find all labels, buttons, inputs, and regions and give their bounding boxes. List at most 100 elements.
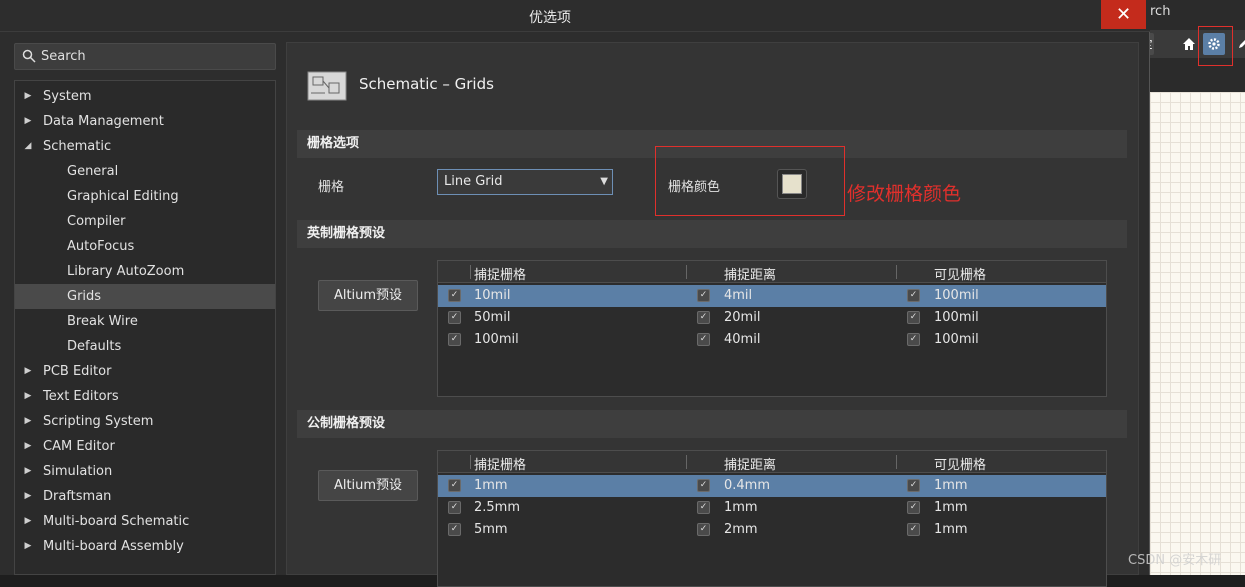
watermark: CSDN @安木研 <box>1128 553 1222 568</box>
tree-item[interactable]: ▶ CAM Editor <box>15 434 275 459</box>
tree-item[interactable]: ◢ Schematic <box>15 134 275 159</box>
checkbox[interactable]: ✓ <box>448 479 461 492</box>
checkbox[interactable]: ✓ <box>907 523 920 536</box>
tree-item-label: Data Management <box>43 114 164 129</box>
checkbox[interactable]: ✓ <box>697 289 710 302</box>
tree-item[interactable]: ▶ Multi-board Schematic <box>15 509 275 534</box>
chevron-right-icon[interactable]: ▶ <box>23 84 33 109</box>
table-row[interactable]: ✓ 10mil ✓ 4mil ✓ 100mil <box>438 285 1106 307</box>
chevron-right-icon[interactable]: ▶ <box>23 509 33 534</box>
cell-snap: 10mil <box>474 288 511 303</box>
preferences-dialog: 优选项 ✕ Search ▶ System ▶ Data Management ◢ Sch… <box>0 0 1150 587</box>
tree-item[interactable]: Grids <box>15 284 275 309</box>
home-icon[interactable] <box>1178 33 1200 55</box>
table-row[interactable]: ✓ 100mil ✓ 40mil ✓ 100mil <box>438 329 1106 351</box>
tree-item[interactable]: ▶ System <box>15 84 275 109</box>
checkbox[interactable]: ✓ <box>907 479 920 492</box>
cell-distance: 20mil <box>724 310 761 325</box>
tree-item[interactable]: Library AutoZoom <box>15 259 275 284</box>
tree-item[interactable]: Defaults <box>15 334 275 359</box>
table-row[interactable]: ✓ 2.5mm ✓ 1mm ✓ 1mm <box>438 497 1106 519</box>
tree-item[interactable]: ▶ Data Management <box>15 109 275 134</box>
cell-visible: 100mil <box>934 332 979 347</box>
background-app: rch 定 <box>1140 0 1245 575</box>
tree-item[interactable]: ▶ Text Editors <box>15 384 275 409</box>
search-input[interactable]: Search <box>14 43 276 70</box>
checkbox[interactable]: ✓ <box>907 289 920 302</box>
chevron-right-icon[interactable]: ▶ <box>23 534 33 559</box>
table-header: 捕捉栅格 捕捉距离 可见栅格 <box>438 261 1106 283</box>
imperial-altium-preset-button[interactable]: Altium预设 <box>318 280 418 311</box>
tree-item-label: Grids <box>67 289 102 304</box>
grid-label: 栅格 <box>318 180 345 195</box>
tree-item-label: Text Editors <box>43 389 119 404</box>
checkbox[interactable]: ✓ <box>448 333 461 346</box>
tree-item[interactable]: AutoFocus <box>15 234 275 259</box>
column-header[interactable]: 捕捉栅格 <box>474 264 526 283</box>
tree-item[interactable]: ▶ Multi-board Assembly <box>15 534 275 559</box>
tree-item-label: PCB Editor <box>43 364 112 379</box>
checkbox[interactable]: ✓ <box>697 479 710 492</box>
tree-item[interactable]: ▶ Scripting System <box>15 409 275 434</box>
cell-visible: 1mm <box>934 478 968 493</box>
chevron-right-icon[interactable]: ▶ <box>23 384 33 409</box>
checkbox[interactable]: ✓ <box>907 311 920 324</box>
chevron-expanded-icon[interactable]: ◢ <box>23 134 33 159</box>
chevron-right-icon[interactable]: ▶ <box>23 459 33 484</box>
tree-item-label: Draftsman <box>43 489 112 504</box>
chevron-right-icon[interactable]: ▶ <box>23 484 33 509</box>
tree-item-label: Schematic <box>43 139 112 154</box>
close-button[interactable]: ✕ <box>1101 0 1146 29</box>
imperial-presets-section: 英制栅格预设 <box>297 220 1127 248</box>
dialog-title: 优选项 <box>529 10 571 26</box>
checkbox[interactable]: ✓ <box>448 311 461 324</box>
cell-snap: 50mil <box>474 310 511 325</box>
column-separator[interactable] <box>686 455 687 469</box>
checkbox[interactable]: ✓ <box>448 501 461 514</box>
checkbox[interactable]: ✓ <box>697 333 710 346</box>
checkbox[interactable]: ✓ <box>448 289 461 302</box>
column-separator[interactable] <box>470 455 471 469</box>
table-row[interactable]: ✓ 50mil ✓ 20mil ✓ 100mil <box>438 307 1106 329</box>
tree-item-label: Multi-board Schematic <box>43 514 190 529</box>
column-separator[interactable] <box>470 265 471 279</box>
column-header[interactable]: 捕捉栅格 <box>474 454 526 473</box>
column-header[interactable]: 可见栅格 <box>934 264 986 283</box>
column-header[interactable]: 捕捉距离 <box>724 264 776 283</box>
tree-item[interactable]: General <box>15 159 275 184</box>
chevron-right-icon[interactable]: ▶ <box>23 409 33 434</box>
metric-presets-section: 公制栅格预设 <box>297 410 1127 438</box>
tree-item-label: Break Wire <box>67 314 138 329</box>
tree-item[interactable]: ▶ Draftsman <box>15 484 275 509</box>
column-separator[interactable] <box>686 265 687 279</box>
chevron-right-icon[interactable]: ▶ <box>23 359 33 384</box>
tree-item[interactable]: Compiler <box>15 209 275 234</box>
schematic-page-icon <box>307 71 347 101</box>
checkbox[interactable]: ✓ <box>697 501 710 514</box>
checkbox[interactable]: ✓ <box>907 333 920 346</box>
column-separator[interactable] <box>896 455 897 469</box>
content-panel: Schematic – Grids 栅格选项 栅格 Line Grid ▼ 栅格… <box>286 42 1139 587</box>
tree-item[interactable]: Break Wire <box>15 309 275 334</box>
tree-item[interactable]: ▶ PCB Editor <box>15 359 275 384</box>
chevron-right-icon[interactable]: ▶ <box>23 109 33 134</box>
checkbox[interactable]: ✓ <box>697 311 710 324</box>
metric-altium-preset-button[interactable]: Altium预设 <box>318 470 418 501</box>
column-header[interactable]: 可见栅格 <box>934 454 986 473</box>
tree-item[interactable]: Graphical Editing <box>15 184 275 209</box>
column-header[interactable]: 捕捉距离 <box>724 454 776 473</box>
grid-type-select[interactable]: Line Grid ▼ <box>437 169 613 195</box>
checkbox[interactable]: ✓ <box>448 523 461 536</box>
chevron-right-icon[interactable]: ▶ <box>23 434 33 459</box>
column-separator[interactable] <box>896 265 897 279</box>
pencil-icon[interactable] <box>1232 33 1245 55</box>
checkbox[interactable]: ✓ <box>697 523 710 536</box>
tree-item-label: Multi-board Assembly <box>43 539 184 554</box>
background-search-fragment: rch <box>1150 4 1171 19</box>
tree-item[interactable]: ▶ Simulation <box>15 459 275 484</box>
checkbox[interactable]: ✓ <box>907 501 920 514</box>
table-row[interactable]: ✓ 1mm ✓ 0.4mm ✓ 1mm <box>438 475 1106 497</box>
schematic-grid-canvas[interactable] <box>1150 92 1245 575</box>
table-row[interactable]: ✓ 5mm ✓ 2mm ✓ 1mm <box>438 519 1106 541</box>
cell-snap: 1mm <box>474 478 508 493</box>
